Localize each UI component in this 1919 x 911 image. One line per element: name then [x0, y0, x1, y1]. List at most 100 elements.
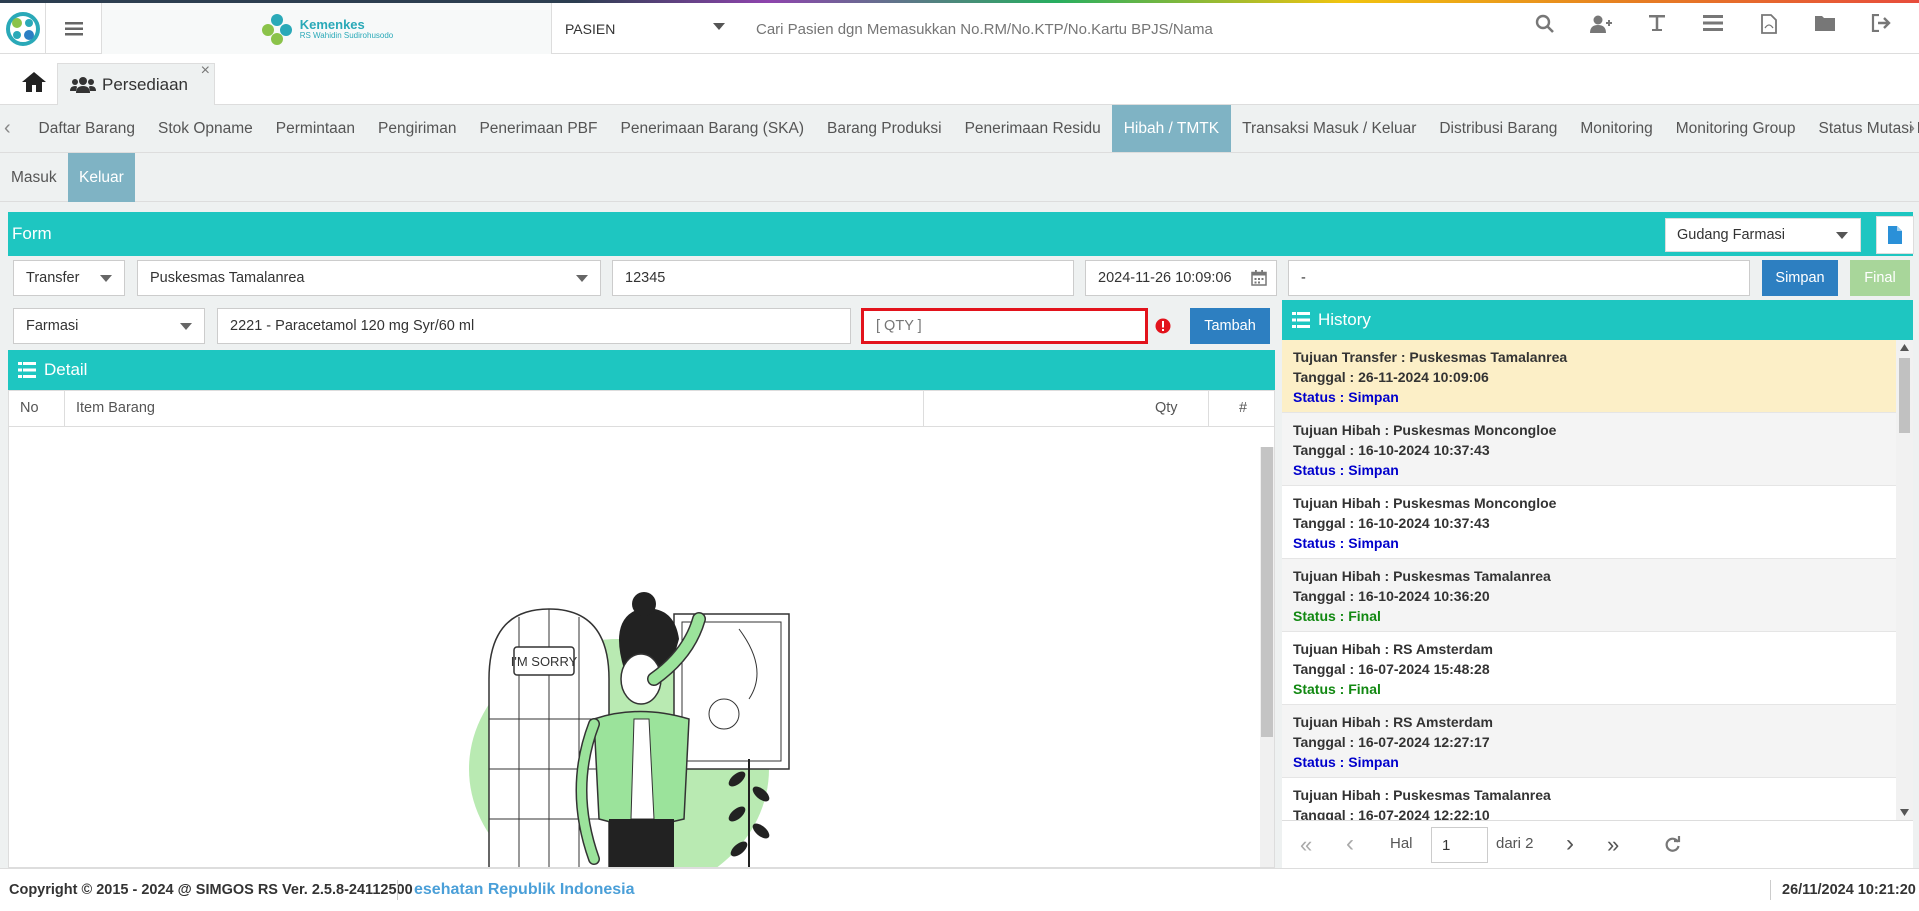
hamburger-menu-icon[interactable] [46, 3, 102, 54]
document-icon[interactable] [1876, 216, 1914, 254]
footer: Copyright © 2015 - 2024 @ SIMGOS RS Ver.… [0, 868, 1919, 911]
category-value: Farmasi [26, 318, 79, 334]
menu-item-monitoring-group[interactable]: Monitoring Group [1664, 105, 1807, 152]
app-logo[interactable] [0, 3, 46, 54]
close-icon[interactable]: × [201, 62, 210, 80]
scrollbar-thumb[interactable] [1261, 447, 1273, 737]
folder-icon[interactable] [1797, 14, 1853, 40]
patient-search-input[interactable] [744, 12, 1544, 46]
menu-item-stok-opname[interactable]: Stok Opname [147, 105, 265, 152]
calendar-icon[interactable] [1251, 270, 1267, 286]
history-destination: Tujuan Hibah : Puskesmas Moncongloe [1293, 422, 1557, 438]
history-scrollbar[interactable] [1896, 340, 1913, 820]
final-button[interactable]: Final [1850, 260, 1910, 296]
kemenkes-logo-icon [261, 13, 292, 45]
detail-table: No Item Barang Qty # I'M SORRY [8, 390, 1275, 868]
tab-keluar[interactable]: Keluar [68, 153, 135, 202]
top-toolbar [1517, 13, 1909, 40]
scroll-down-icon[interactable] [1900, 809, 1909, 816]
column-divider [1208, 391, 1209, 427]
history-item[interactable]: Tujuan Hibah : RS Amsterdam Tanggal : 16… [1282, 632, 1896, 705]
save-button[interactable]: Simpan [1762, 260, 1838, 296]
detail-scrollbar[interactable] [1260, 447, 1274, 867]
list-icon [1292, 312, 1310, 328]
menu-item-barang-produksi[interactable]: Barang Produksi [816, 105, 954, 152]
category-select[interactable]: Farmasi [13, 308, 205, 344]
history-status: Status : Simpan [1293, 754, 1399, 770]
history-destination: Tujuan Hibah : RS Amsterdam [1293, 714, 1493, 730]
empty-state-bubble-text: I'M SORRY [511, 654, 578, 669]
column-divider [923, 391, 924, 427]
chevron-down-icon [100, 275, 112, 282]
history-item[interactable]: Tujuan Hibah : RS Amsterdam Tanggal : 16… [1282, 705, 1896, 778]
history-date: Tanggal : 16-10-2024 10:37:43 [1293, 515, 1490, 531]
menu-item-daftar-barang[interactable]: Daftar Barang [27, 105, 147, 152]
date-field[interactable]: 2024-11-26 10:09:06 [1085, 260, 1277, 296]
menu-item-transaksi-masuk-keluar[interactable]: Transaksi Masuk / Keluar [1231, 105, 1428, 152]
sub-tab-bar: Masuk Keluar [0, 153, 1919, 202]
text-format-icon[interactable] [1629, 14, 1685, 40]
history-header: History [1282, 300, 1913, 340]
chevron-left-icon[interactable]: ‹ [4, 117, 11, 140]
history-status: Status : Simpan [1293, 535, 1399, 551]
brand-subtitle: RS Wahidin Sudirohusodo [299, 30, 394, 40]
destination-select[interactable]: Puskesmas Tamalanrea [137, 260, 601, 296]
document-number-field[interactable]: 12345 [612, 260, 1074, 296]
menu-item-penerimaan-residu[interactable]: Penerimaan Residu [953, 105, 1112, 152]
chevron-down-icon [180, 323, 192, 330]
menu-item-penerimaan-pbf[interactable]: Penerimaan PBF [468, 105, 609, 152]
tab-persediaan[interactable]: Persediaan × [57, 62, 215, 105]
remarks-field[interactable]: - [1288, 260, 1750, 296]
list-icon[interactable] [1685, 14, 1741, 40]
scrollbar-thumb[interactable] [1899, 358, 1910, 433]
page-number-input[interactable] [1431, 827, 1488, 863]
footer-divider [1770, 880, 1771, 900]
module-tab-bar: Persediaan × [0, 55, 1919, 105]
menu-item-monitoring[interactable]: Monitoring [1569, 105, 1664, 152]
menu-item-permintaan[interactable]: Permintaan [264, 105, 366, 152]
history-item[interactable]: Tujuan Hibah : Puskesmas Tamalanrea Tang… [1282, 559, 1896, 632]
add-button[interactable]: Tambah [1190, 308, 1270, 344]
pdf-file-icon[interactable] [1741, 14, 1797, 40]
qty-input[interactable] [861, 308, 1148, 344]
next-page-icon[interactable]: › [1566, 830, 1574, 858]
history-item[interactable]: Tujuan Hibah : Puskesmas Moncongloe Tang… [1282, 486, 1896, 559]
remarks-value: - [1301, 270, 1306, 286]
sign-out-icon[interactable] [1853, 13, 1909, 40]
menu-item-pengiriman[interactable]: Pengiriman [367, 105, 468, 152]
history-destination: Tujuan Hibah : Puskesmas Tamalanrea [1293, 787, 1551, 803]
menu-item-hibah-tmtk[interactable]: Hibah / TMTK [1112, 105, 1231, 152]
history-item[interactable]: Tujuan Hibah : Puskesmas Tamalanrea Tang… [1282, 778, 1896, 820]
history-item[interactable]: Tujuan Transfer : Puskesmas Tamalanrea T… [1282, 340, 1896, 413]
menu-item-distribusi-barang[interactable]: Distribusi Barang [1428, 105, 1569, 152]
chevron-right-icon[interactable]: › [1908, 117, 1915, 140]
item-select[interactable]: 2221 - Paracetamol 120 mg Syr/60 ml [217, 308, 851, 344]
history-date: Tanggal : 16-07-2024 12:22:10 [1293, 807, 1490, 820]
scroll-up-icon[interactable] [1900, 344, 1909, 351]
add-user-icon[interactable] [1573, 14, 1629, 40]
detail-title: Detail [44, 360, 88, 379]
patient-type-select[interactable]: PASIEN [553, 3, 737, 54]
tab-masuk[interactable]: Masuk [0, 153, 68, 202]
transaction-type-value: Transfer [26, 270, 80, 286]
menu-item-status-mutasi[interactable]: Status Mutasi B [1807, 105, 1919, 152]
search-icon[interactable] [1517, 14, 1573, 40]
history-destination: Tujuan Hibah : Puskesmas Moncongloe [1293, 495, 1557, 511]
error-icon [1155, 318, 1171, 334]
menu-item-penerimaan-barang-ska[interactable]: Penerimaan Barang (SKA) [609, 105, 816, 152]
refresh-icon[interactable] [1664, 836, 1681, 853]
home-icon[interactable] [14, 65, 54, 99]
prev-page-icon[interactable]: ‹ [1346, 830, 1354, 858]
history-item[interactable]: Tujuan Hibah : Puskesmas Moncongloe Tang… [1282, 413, 1896, 486]
warehouse-select[interactable]: Gudang Farmasi [1665, 218, 1861, 252]
column-qty: Qty [1155, 400, 1178, 416]
date-value: 2024-11-26 10:09:06 [1098, 270, 1232, 286]
item-value: 2221 - Paracetamol 120 mg Syr/60 ml [230, 318, 475, 334]
last-page-icon[interactable]: » [1607, 832, 1619, 858]
transaction-type-select[interactable]: Transfer [13, 260, 125, 296]
chevron-down-icon [713, 23, 725, 30]
chevron-down-icon [576, 275, 588, 282]
patient-type-value: PASIEN [565, 20, 616, 37]
first-page-icon[interactable]: « [1300, 832, 1312, 858]
brand-banner: Kemenkes RS Wahidin Sudirohusodo [102, 3, 552, 54]
